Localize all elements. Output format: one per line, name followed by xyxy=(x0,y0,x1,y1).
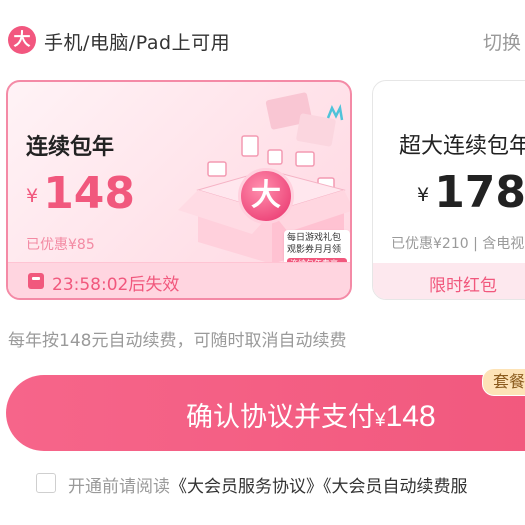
countdown-text: 23:58:02后失效 xyxy=(52,275,180,295)
plan-price: ¥ 178 xyxy=(417,167,525,218)
price-currency: ¥ xyxy=(26,185,39,207)
pay-amount: 148 xyxy=(385,400,436,433)
brand-logo-icon: 大 xyxy=(8,26,36,54)
gift-illustration: 大 每日游戏礼包 观影券月月领 连续包年专享 xyxy=(168,92,350,272)
price-currency: ¥ xyxy=(417,184,430,206)
confirm-pay-button[interactable]: 确认协议并支付¥148 xyxy=(6,375,525,451)
agreement-checkbox[interactable] xyxy=(36,473,56,493)
device-availability-text: 手机/电脑/Pad上可用 xyxy=(44,32,231,54)
auto-renew-note: 每年按148元自动续费，可随时取消自动续费 xyxy=(8,331,347,351)
header: 大 手机/电脑/Pad上可用 切换 xyxy=(0,0,525,80)
plan-discount: 已优惠¥85 xyxy=(26,237,95,253)
plan-countdown-bar: 23:58:02后失效 xyxy=(8,262,350,298)
switch-button[interactable]: 切换 xyxy=(483,28,521,55)
plan-title: 超大连续包年 xyxy=(399,134,525,159)
membership-purchase-screen: 大 手机/电脑/Pad上可用 切换 大 每日游戏礼包 观影券月月领 连续包年 ¥… xyxy=(0,0,525,525)
gift-tag-line1: 每日游戏礼包 xyxy=(287,233,342,243)
service-agreement-link[interactable]: 《大会员服务协议》 xyxy=(170,477,323,497)
pay-currency: ¥ xyxy=(375,410,386,431)
plan-title: 连续包年 xyxy=(26,135,115,160)
promo-text: 限时红包 xyxy=(429,276,497,296)
price-amount: 178 xyxy=(434,167,525,218)
plan-promo-bar: 限时红包 xyxy=(373,263,525,299)
plan-card-super-annual[interactable]: 超大连续包年 ¥ 178 已优惠¥210 | 含电视 限时红包 xyxy=(372,80,525,300)
combo-tag[interactable]: 套餐 xyxy=(482,368,525,396)
plan-card-annual[interactable]: 大 每日游戏礼包 观影券月月领 连续包年专享 连续包年 ¥ 148 已优惠¥85… xyxy=(6,80,352,300)
gift-tag-line2: 观影券月月领 xyxy=(287,245,342,255)
agreement-text: 开通前请阅读《大会员服务协议》《大会员自动续费服 xyxy=(68,472,468,497)
auto-renew-agreement-link[interactable]: 《大会员自动续费服 xyxy=(323,477,468,497)
timer-icon xyxy=(28,273,44,289)
pay-button-label: 确认协议并支付¥148 xyxy=(186,395,436,434)
pay-label-text: 确认协议并支付 xyxy=(186,402,375,432)
plan-discount: 已优惠¥210 | 含电视 xyxy=(391,236,525,252)
agreement-prefix: 开通前请阅读 xyxy=(68,477,170,497)
plan-price: ¥ 148 xyxy=(26,168,135,219)
price-amount: 148 xyxy=(43,168,136,219)
gift-badge-logo: 大 xyxy=(238,168,294,224)
